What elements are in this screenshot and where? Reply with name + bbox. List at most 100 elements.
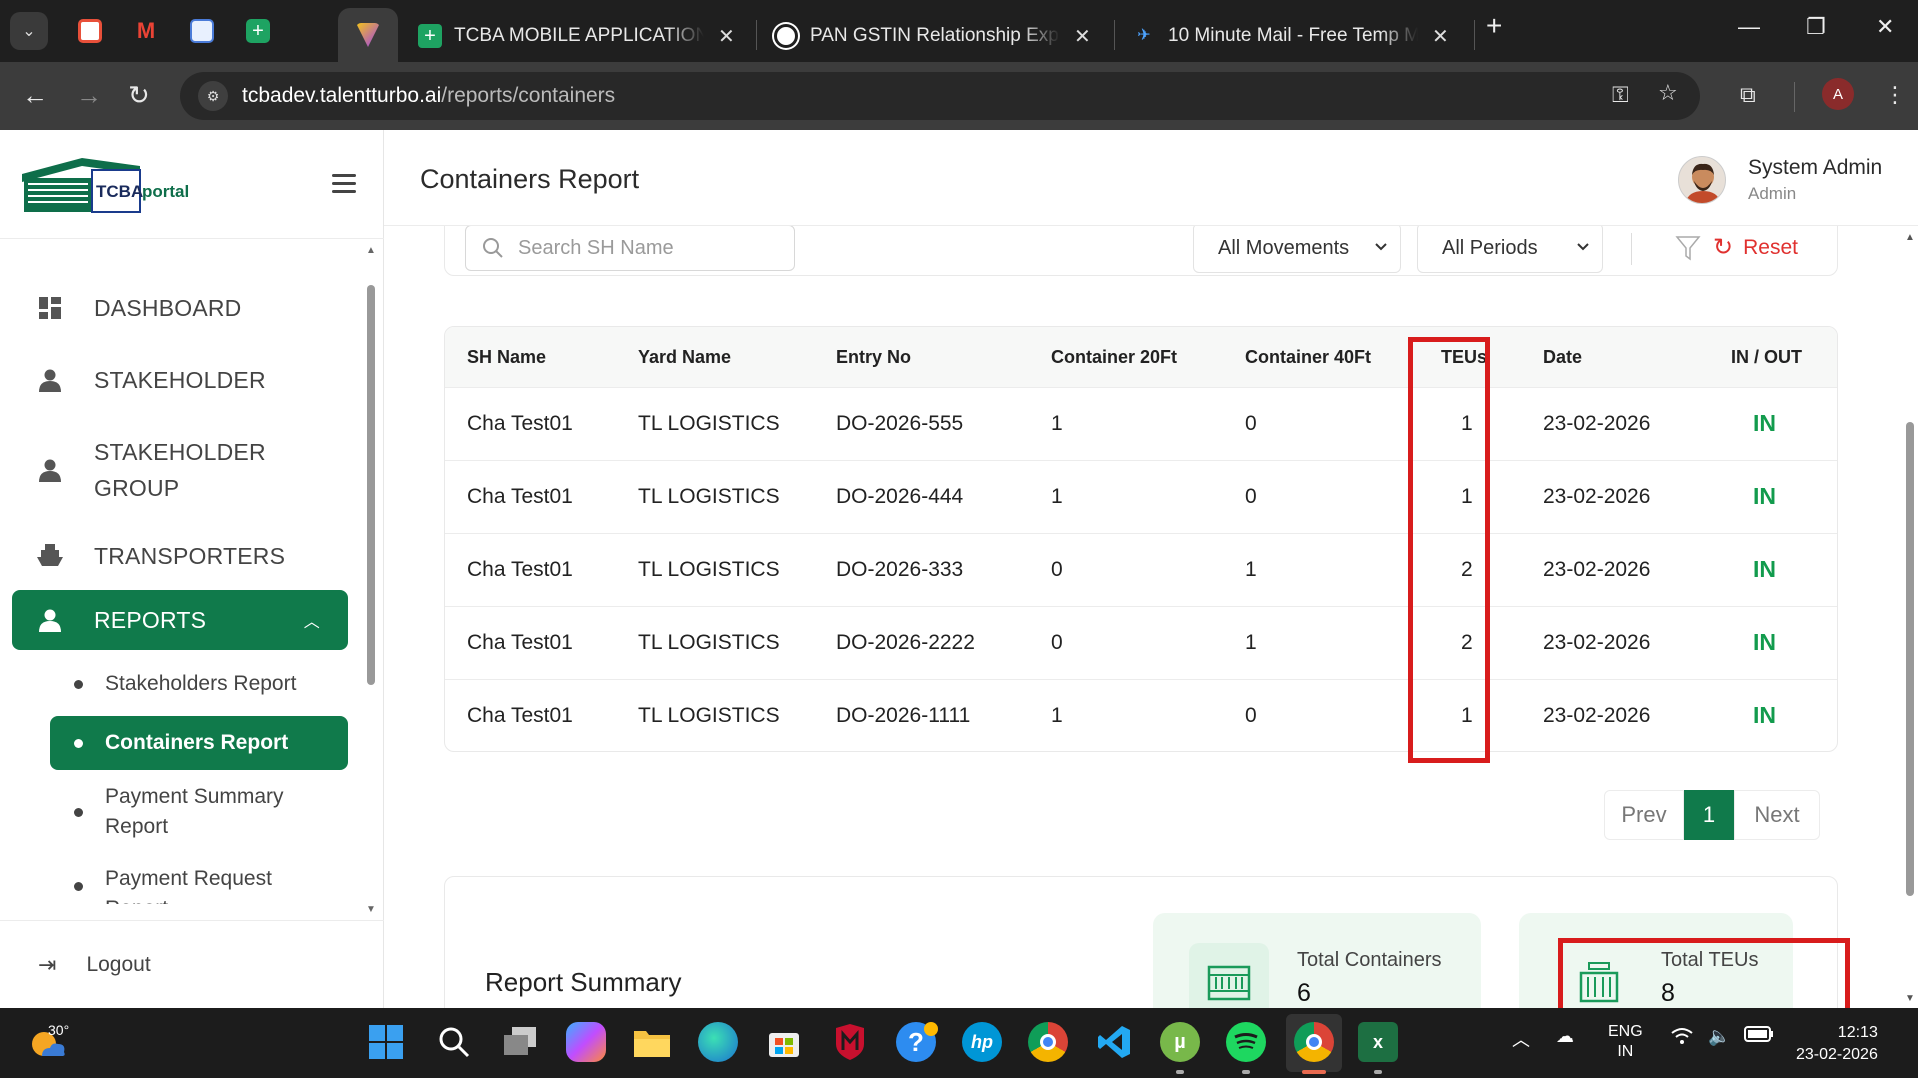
table-row[interactable]: Cha Test01 TL LOGISTICS DO-2026-2222 0 1… (445, 606, 1837, 679)
battery-icon[interactable] (1744, 1026, 1774, 1047)
utorrent-icon[interactable]: µ (1160, 1022, 1200, 1062)
site-info-icon[interactable]: ⚙ (198, 81, 228, 111)
prev-page-button[interactable]: Prev (1604, 790, 1684, 840)
sidebar-item-label: TRANSPORTERS (94, 542, 286, 569)
excel-icon[interactable]: x (1358, 1022, 1398, 1062)
active-tab[interactable] (338, 8, 398, 62)
sidebar-item-transporters[interactable]: TRANSPORTERS (12, 536, 348, 576)
task-view-icon[interactable] (500, 1022, 540, 1062)
sidebar-subitem-label: Stakeholders Report (105, 672, 297, 695)
table-row[interactable]: Cha Test01 TL LOGISTICS DO-2026-444 1 0 … (445, 460, 1837, 533)
forward-button[interactable]: → (76, 80, 102, 111)
file-explorer-icon[interactable] (632, 1022, 672, 1062)
volume-icon[interactable]: 🔈 (1708, 1026, 1730, 1047)
show-hidden-icons-chevron[interactable]: ︿ (1512, 1026, 1530, 1052)
spotify-icon[interactable] (1226, 1022, 1266, 1062)
close-tab-icon[interactable]: ✕ (718, 24, 735, 49)
search-icon[interactable] (434, 1022, 474, 1062)
sheets-icon: + (246, 19, 270, 43)
column-header-container-20ft: Container 20Ft (1051, 347, 1178, 367)
extensions-icon[interactable]: ⧉ (1740, 82, 1756, 108)
cell-sh-name: Cha Test01 (467, 631, 573, 654)
chrome-profile-icon[interactable] (1294, 1022, 1334, 1062)
copilot-icon[interactable] (566, 1022, 606, 1062)
table-row[interactable]: Cha Test01 TL LOGISTICS DO-2026-555 1 0 … (445, 387, 1837, 460)
mcafee-icon[interactable] (830, 1022, 870, 1062)
main-scrollbar[interactable]: ▲ ▼ (1902, 226, 1918, 1008)
tab-divider (756, 20, 757, 50)
tab-tcba-spec[interactable]: + TCBA MOBILE APPLICATION SPEC ✕ (404, 10, 749, 62)
sidebar-scrollbar[interactable]: ▲ ▼ (364, 245, 378, 915)
main-scrollbar-thumb[interactable] (1906, 422, 1914, 896)
browser-menu-icon[interactable]: ⋮ (1884, 82, 1906, 108)
pinned-tab-3[interactable] (174, 12, 230, 50)
system-clock[interactable]: 12:13 23-02-2026 (1796, 1022, 1878, 1066)
sidebar-item-stakeholder[interactable]: STAKEHOLDER (12, 360, 348, 400)
edge-browser-icon[interactable] (698, 1022, 738, 1062)
chrome-icon[interactable] (1028, 1022, 1068, 1062)
user-icon (36, 366, 64, 394)
tab-search-button[interactable]: ⌄ (10, 12, 48, 50)
tab-10-minute-mail[interactable]: ✈ 10 Minute Mail - Free Temp Mail ✕ (1118, 10, 1463, 62)
pinned-tab-gmail[interactable]: M (118, 12, 174, 50)
column-header-yard-name: Yard Name (638, 347, 732, 367)
containers-table: SH Name Yard Name Entry No Container 20F… (444, 326, 1838, 752)
close-tab-icon[interactable]: ✕ (1074, 24, 1091, 49)
wifi-icon[interactable] (1670, 1026, 1694, 1051)
pinned-tab-1[interactable] (62, 12, 118, 50)
ship-icon (36, 542, 64, 570)
table-row[interactable]: Cha Test01 TL LOGISTICS DO-2026-333 0 1 … (445, 533, 1837, 606)
new-tab-button[interactable]: + (1486, 10, 1502, 42)
close-window-button[interactable]: ✕ (1876, 14, 1894, 40)
onedrive-icon[interactable]: ☁ (1556, 1026, 1574, 1047)
period-select[interactable]: All Periods (1417, 226, 1603, 273)
hp-icon[interactable]: hp (962, 1022, 1002, 1062)
search-input[interactable] (518, 236, 778, 260)
next-page-button[interactable]: Next (1734, 790, 1820, 840)
address-bar[interactable]: ⚙ tcbadev.talentturbo.ai/reports/contain… (180, 72, 1700, 120)
search-field[interactable] (465, 226, 795, 271)
sidebar-subitem-payment-summary-report[interactable]: Payment Summary Report (50, 782, 348, 842)
profile-avatar[interactable]: A (1822, 78, 1854, 110)
scroll-up-arrow-icon[interactable]: ▲ (1905, 232, 1915, 243)
pinned-tab-sheets[interactable]: + (230, 12, 286, 50)
sidebar-item-dashboard[interactable]: DASHBOARD (12, 288, 348, 328)
sidebar: TCBA portal DASHBOARD STAKEHOLDER STAKEH… (0, 130, 384, 1008)
language-indicator[interactable]: ENG IN (1608, 1022, 1643, 1062)
logout-button[interactable]: ⇥ Logout (0, 920, 384, 1008)
scroll-up-arrow-icon[interactable]: ▲ (366, 245, 376, 256)
bookmark-star-icon[interactable]: ☆ (1658, 80, 1678, 106)
sheets-icon: + (418, 24, 442, 48)
page-1-button[interactable]: 1 (1684, 790, 1734, 840)
cell-in-out: IN (1753, 629, 1776, 655)
minimize-button[interactable]: — (1738, 14, 1760, 40)
sidebar-subitem-payment-request-report[interactable]: Payment Request Report (50, 864, 348, 904)
microsoft-store-icon[interactable] (764, 1022, 804, 1062)
movement-select[interactable]: All Movements (1193, 226, 1401, 273)
scroll-down-arrow-icon[interactable]: ▼ (366, 904, 376, 915)
cell-date: 23-02-2026 (1543, 558, 1651, 581)
table-row[interactable]: Cha Test01 TL LOGISTICS DO-2026-1111 1 0… (445, 679, 1837, 751)
tab-divider (1474, 20, 1475, 50)
user-avatar[interactable] (1678, 156, 1726, 204)
filter-funnel-icon[interactable] (1675, 235, 1701, 261)
container-icon (1189, 943, 1269, 1008)
windows-start-icon[interactable] (366, 1022, 406, 1062)
reload-button[interactable]: ↻ (128, 80, 150, 111)
vscode-icon[interactable] (1094, 1022, 1134, 1062)
tab-divider (1114, 20, 1115, 50)
close-tab-icon[interactable]: ✕ (1432, 24, 1449, 49)
password-key-icon[interactable]: ⚿ (1612, 82, 1629, 108)
sidebar-subitem-containers-report[interactable]: Containers Report (50, 716, 348, 770)
reset-button[interactable]: ↻ Reset (1713, 233, 1798, 262)
restore-button[interactable]: ❐ (1806, 14, 1826, 40)
sidebar-item-reports[interactable]: REPORTS ︿ (12, 590, 348, 650)
sidebar-subitem-stakeholders-report[interactable]: Stakeholders Report (50, 664, 348, 704)
scroll-down-arrow-icon[interactable]: ▼ (1905, 993, 1915, 1004)
sidebar-scrollbar-thumb[interactable] (367, 285, 375, 685)
sidebar-item-stakeholder-group[interactable]: STAKEHOLDER GROUP (12, 432, 348, 508)
tab-pan-gstin[interactable]: PAN GSTIN Relationship Explained ✕ (760, 10, 1105, 62)
hamburger-menu-icon[interactable] (332, 174, 356, 198)
back-button[interactable]: ← (22, 80, 48, 111)
tcba-portal-logo[interactable]: TCBA portal (22, 152, 202, 214)
